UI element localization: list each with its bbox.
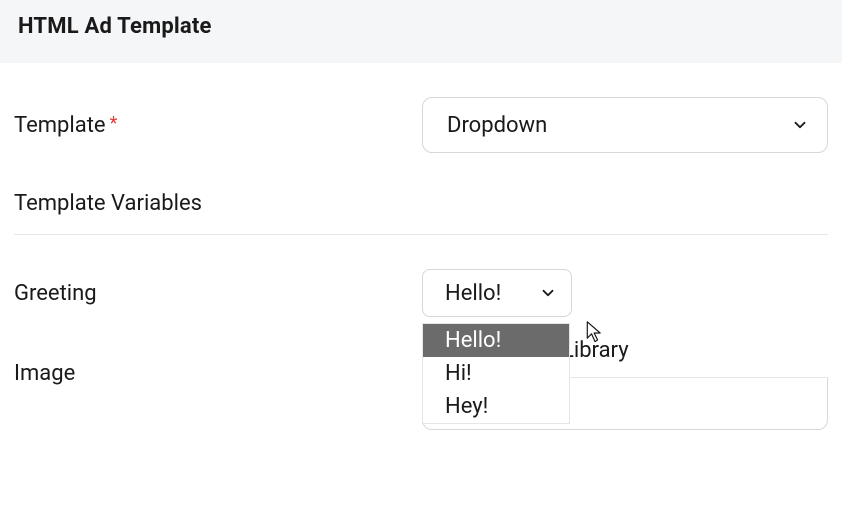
page-title: HTML Ad Template <box>18 14 824 39</box>
greeting-option[interactable]: Hey! <box>423 390 569 423</box>
template-select-value: Dropdown <box>447 113 547 138</box>
template-row: Template* Dropdown <box>14 97 828 153</box>
greeting-select-wrap: Hello! Hello! Hi! Hey! <box>422 269 572 317</box>
header-bar: HTML Ad Template <box>0 0 842 63</box>
greeting-dropdown: Hello! Hi! Hey! <box>422 323 570 424</box>
greeting-row: Greeting Hello! Hello! Hi! Hey! <box>14 269 828 317</box>
page: HTML Ad Template Template* Dropdown Temp… <box>0 0 842 505</box>
content: Template* Dropdown Template Variables Gr… <box>0 63 842 430</box>
template-select[interactable]: Dropdown <box>422 97 828 153</box>
chevron-down-icon <box>791 116 809 134</box>
greeting-label: Greeting <box>14 281 422 306</box>
template-label: Template* <box>14 113 422 138</box>
greeting-select[interactable]: Hello! <box>422 269 572 317</box>
greeting-field: Hello! Hello! Hi! Hey! <box>422 269 828 317</box>
template-label-text: Template <box>14 113 106 138</box>
chevron-down-icon <box>539 284 557 302</box>
required-mark: * <box>110 113 118 134</box>
tab-library[interactable]: Library <box>562 332 629 377</box>
greeting-option[interactable]: Hi! <box>423 357 569 390</box>
template-field: Dropdown <box>422 97 828 153</box>
template-variables-heading: Template Variables <box>14 191 828 235</box>
greeting-option[interactable]: Hello! <box>423 324 569 357</box>
greeting-select-value: Hello! <box>445 281 501 306</box>
image-label: Image <box>14 361 422 386</box>
